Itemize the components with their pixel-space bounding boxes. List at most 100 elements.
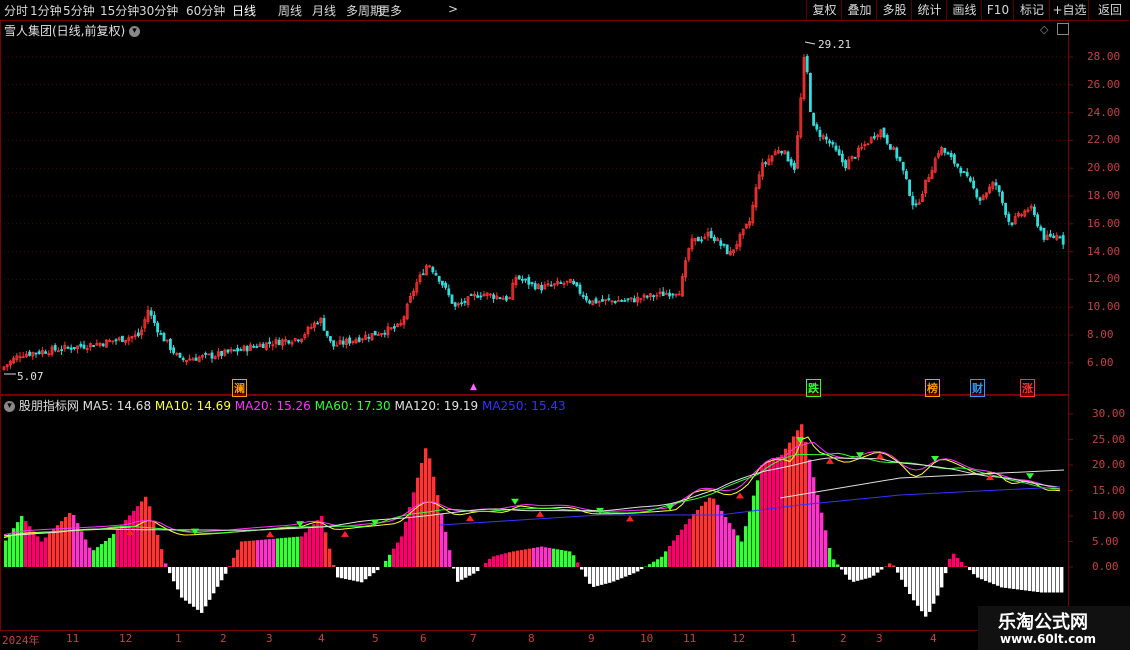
price-axis-label: 18.00 <box>1087 189 1121 202</box>
candle-body <box>252 345 256 348</box>
candle-body <box>498 297 502 300</box>
candle-body <box>194 357 198 361</box>
main-panel-title: 雪人集团(日线,前复权) ▾ <box>4 22 141 39</box>
candle-body <box>1036 214 1039 227</box>
indicator-bar <box>488 558 492 567</box>
candle-body <box>1010 222 1014 226</box>
x-axis-label: 2 <box>220 632 227 645</box>
indicator-bar <box>252 540 256 567</box>
x-axis-label: 1 <box>790 632 797 645</box>
indicator-bar <box>680 529 684 567</box>
candle-body <box>594 298 598 304</box>
event-marker: 财 <box>970 379 985 397</box>
price-axis-label: 20.00 <box>1087 161 1121 175</box>
indicator-bar <box>780 454 784 567</box>
indicator-bar <box>956 557 960 567</box>
indicator-bar <box>1024 567 1028 591</box>
candle-body <box>623 300 627 302</box>
candle-body <box>588 300 591 304</box>
candle-body <box>1004 202 1007 215</box>
indicator-bar <box>904 567 908 587</box>
candle-body <box>844 160 847 169</box>
indicator-axis-label: 25.00 <box>1092 432 1126 446</box>
indicator-bar <box>464 567 468 578</box>
indicator-bar <box>896 567 900 573</box>
indicator-bar <box>768 460 772 567</box>
indicator-bar <box>172 567 176 582</box>
panel-toggle-icon[interactable] <box>1057 23 1069 35</box>
candle-body <box>805 55 809 73</box>
indicator-bar <box>712 498 716 567</box>
indicator-bar <box>980 567 984 580</box>
indicator-bar <box>656 559 660 567</box>
candle-body <box>559 282 563 284</box>
indicator-bar <box>608 567 612 583</box>
indicator-bar <box>612 567 616 582</box>
indicator-bar <box>248 540 252 567</box>
candle-body <box>831 142 835 145</box>
candle-body <box>972 180 975 189</box>
indicator-bar <box>836 564 840 567</box>
candle-body <box>168 338 172 350</box>
candle-body <box>949 153 953 158</box>
candle-body <box>245 346 249 352</box>
candle-body <box>789 159 793 166</box>
signal-arrow <box>736 492 744 499</box>
indicator-axis-label: 0.00 <box>1092 560 1119 573</box>
indicator-bar <box>388 554 392 567</box>
indicator-bar <box>112 534 116 567</box>
candle-body <box>53 345 57 351</box>
candle-body <box>268 341 272 344</box>
indicator-bar <box>68 512 72 567</box>
indicator-bar <box>100 544 104 567</box>
candle-body <box>287 340 291 344</box>
indicator-bar <box>168 567 172 574</box>
indicator-bar <box>524 549 528 567</box>
indicator-bar <box>360 567 364 583</box>
indicator-bar <box>752 495 756 567</box>
candle-body <box>853 156 857 159</box>
x-axis-label: 6 <box>420 632 427 645</box>
indicator-bar <box>852 567 856 582</box>
indicator-bar <box>736 535 740 567</box>
indicator-bar <box>476 567 480 572</box>
indicator-bar <box>704 501 708 567</box>
signal-arrow <box>511 498 519 505</box>
indicator-bar <box>108 537 112 567</box>
candle-body <box>975 189 979 198</box>
indicator-bar <box>1060 567 1064 593</box>
candle-body <box>322 318 326 331</box>
indicator-bar <box>272 538 276 567</box>
chevron-down-icon[interactable]: ▾ <box>4 401 15 412</box>
indicator-bar <box>548 547 552 567</box>
ma20-line <box>3 441 1061 536</box>
indicator-bar <box>576 562 580 567</box>
indicator-bar <box>1008 567 1012 589</box>
indicator-bar <box>632 567 636 574</box>
indicator-bar <box>948 558 952 567</box>
indicator-bar <box>212 567 216 594</box>
price-axis-label: 28.00 <box>1087 50 1121 63</box>
candle-body <box>152 315 156 323</box>
chart-canvas[interactable] <box>0 0 1130 650</box>
indicator-bar <box>664 551 668 567</box>
event-marker: 榜 <box>925 379 940 397</box>
diamond-icon[interactable]: ◇ <box>1040 23 1048 36</box>
candle-body <box>492 294 496 299</box>
indicator-bar <box>8 534 12 567</box>
candle-body <box>527 277 531 285</box>
indicator-bar <box>892 565 896 567</box>
candle-body <box>44 351 47 354</box>
chevron-down-icon[interactable]: ▾ <box>129 26 141 37</box>
candle-body <box>825 136 828 140</box>
indicator-bar <box>776 456 780 567</box>
x-axis-label: 4 <box>930 632 937 645</box>
candle-body <box>575 282 579 287</box>
candle-body <box>34 352 38 355</box>
indicator-bar <box>304 532 308 567</box>
indicator-bar <box>324 532 328 567</box>
indicator-bar <box>1004 567 1008 588</box>
indicator-bar <box>616 567 620 580</box>
x-axis-label: 7 <box>470 632 477 645</box>
candle-body <box>661 291 665 297</box>
